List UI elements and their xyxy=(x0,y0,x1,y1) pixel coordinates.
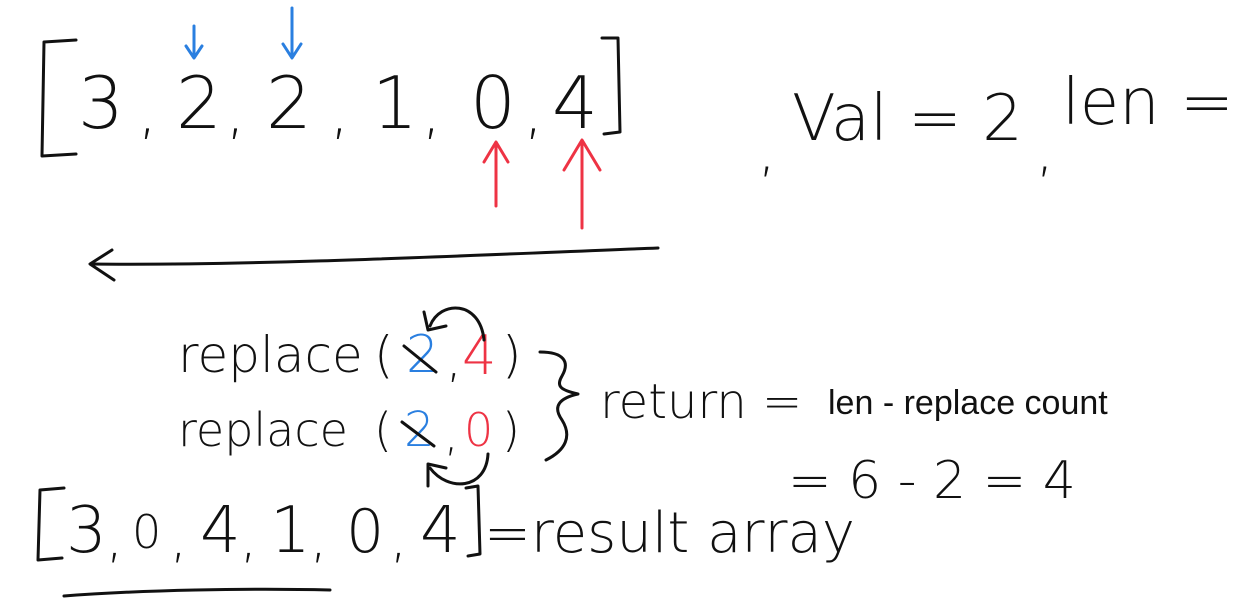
blue-pointers xyxy=(184,6,303,60)
up-arrow-icon xyxy=(562,138,602,230)
result-item: 3 xyxy=(66,494,107,568)
replacement-1: replace ( 2 , 4 ) xyxy=(178,306,522,388)
result-item: 4 xyxy=(200,494,241,568)
input-left-bracket xyxy=(40,38,78,158)
input-item: 3 xyxy=(78,61,124,145)
replace-function-label: replace xyxy=(178,326,363,384)
comma: , xyxy=(444,407,459,461)
replacement-value: 4 xyxy=(462,324,496,387)
input-comma: , xyxy=(330,77,349,147)
result-array: 3 , 0 , 4 , 1 , 0 , 4 =result array xyxy=(36,484,855,598)
replacement-value: 0 xyxy=(464,403,493,457)
result-comma: , xyxy=(310,506,327,569)
result-item: 0 xyxy=(132,505,161,559)
replaced-value: 2 xyxy=(406,325,439,385)
len-param: len = 6 xyxy=(1062,66,1258,140)
result-item: 0 xyxy=(346,497,384,567)
input-item: 2 xyxy=(266,61,312,145)
result-left-bracket xyxy=(36,486,66,562)
return-label: return = xyxy=(600,374,802,430)
param-separator: , xyxy=(1036,119,1054,184)
close-paren: ) xyxy=(502,326,522,384)
input-array: 3 , 2 , 2 , 1 , 0 , 4 xyxy=(40,36,622,158)
curly-brace xyxy=(538,350,580,462)
close-paren: ) xyxy=(502,403,520,457)
result-right-bracket xyxy=(464,484,482,558)
open-paren: ( xyxy=(374,326,394,384)
result-item: 4 xyxy=(420,494,461,568)
diagram-canvas: 3 , 2 , 2 , 1 , 0 , 4 , Val = 2 , len = … xyxy=(36,6,1258,598)
input-item: 4 xyxy=(552,61,598,145)
formula-rhs: len - replace count xyxy=(828,384,1108,422)
replaced-value: 2 xyxy=(404,402,435,458)
input-item: 0 xyxy=(470,61,516,145)
up-arrow-icon xyxy=(482,140,510,208)
result-comma: , xyxy=(240,506,257,569)
down-arrow-icon xyxy=(184,24,204,60)
comma: , xyxy=(446,330,462,388)
replace-function-label: replace xyxy=(178,403,348,457)
input-comma: , xyxy=(422,77,441,147)
down-arrow-icon xyxy=(281,6,303,60)
input-item: 2 xyxy=(176,61,222,145)
red-pointers xyxy=(482,138,602,230)
input-item: 1 xyxy=(372,61,418,145)
result-item: 1 xyxy=(270,494,311,568)
val-param: Val = 2 xyxy=(792,82,1023,156)
input-right-bracket xyxy=(600,36,622,136)
result-label: =result array xyxy=(484,501,855,566)
result-comma: , xyxy=(170,506,187,569)
open-paren: ( xyxy=(374,403,392,457)
left-arrow-icon xyxy=(88,246,660,282)
input-comma: , xyxy=(138,77,157,147)
input-comma: , xyxy=(226,77,245,147)
formula: return = len - replace count = 6 - 2 = 4 xyxy=(600,374,1108,511)
input-comma: , xyxy=(524,77,543,147)
result-comma: , xyxy=(106,506,123,569)
parameters: , Val = 2 , len = 6 xyxy=(758,66,1258,184)
result-comma: , xyxy=(390,506,407,569)
param-separator: , xyxy=(758,119,776,184)
replacement-2: replace ( 2 , 0 ) xyxy=(178,402,520,488)
result-underline xyxy=(62,587,332,598)
